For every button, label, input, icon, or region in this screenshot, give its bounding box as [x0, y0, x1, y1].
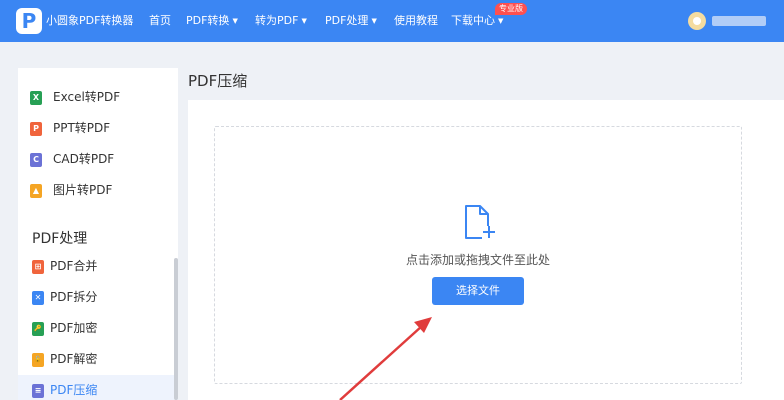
drop-hint-text: 点击添加或拖拽文件至此处	[405, 253, 550, 267]
sidebar-item-label: PDF合并	[50, 259, 98, 273]
sidebar-item-pdf-split[interactable]: ✕ PDF拆分	[18, 282, 178, 313]
sidebar: X Excel转PDF P PPT转PDF C CAD转PDF ▲ 图片转PDF…	[18, 68, 178, 400]
nav-download-center-label: 下载中心	[451, 14, 495, 27]
chevron-down-icon: ▼	[301, 17, 307, 25]
encrypt-icon: 🔑	[32, 322, 44, 336]
app-logo[interactable]: P	[16, 8, 42, 34]
split-icon: ✕	[32, 291, 44, 305]
nav-tutorial-label: 使用教程	[394, 14, 438, 27]
sidebar-item-pdf-merge[interactable]: ⊞ PDF合并	[18, 251, 178, 282]
nav-pdf-process-label: PDF处理	[325, 14, 369, 27]
page-title: PDF压缩	[188, 72, 248, 90]
sidebar-item-pdf-decrypt[interactable]: 🔓 PDF解密	[18, 344, 178, 375]
sidebar-item-label: 图片转PDF	[53, 183, 113, 197]
sidebar-item-label: PDF解密	[50, 352, 98, 366]
image-file-icon: ▲	[30, 184, 42, 198]
chevron-down-icon: ▼	[498, 17, 504, 25]
file-dropzone[interactable]: 点击添加或拖拽文件至此处 选择文件	[214, 126, 742, 384]
sidebar-scrollbar[interactable]	[174, 258, 178, 400]
nav-home[interactable]: 首页	[149, 0, 171, 42]
nav-tutorial[interactable]: 使用教程	[394, 0, 438, 42]
sidebar-item-image-to-pdf[interactable]: ▲ 图片转PDF	[18, 175, 178, 206]
sidebar-item-pdf-encrypt[interactable]: 🔑 PDF加密	[18, 313, 178, 344]
sidebar-item-label: PDF压缩	[50, 383, 98, 397]
nav-pdf-convert[interactable]: PDF转换 ▼	[186, 0, 238, 42]
nav-to-pdf[interactable]: 转为PDF ▼	[255, 0, 307, 42]
sidebar-item-label: PPT转PDF	[53, 121, 111, 135]
add-file-icon	[465, 205, 496, 240]
logo-p-icon: P	[21, 9, 37, 33]
sidebar-item-label: PDF加密	[50, 321, 98, 335]
chevron-down-icon: ▼	[371, 17, 377, 25]
nav-to-pdf-label: 转为PDF	[255, 14, 299, 27]
brand-name[interactable]: 小圆象PDF转换器	[46, 0, 133, 42]
cad-file-icon: C	[30, 153, 42, 167]
nav-pdf-process[interactable]: PDF处理 ▼	[325, 0, 377, 42]
sidebar-item-excel-to-pdf[interactable]: X Excel转PDF	[18, 82, 178, 113]
top-navbar: P 小圆象PDF转换器 首页 PDF转换 ▼ 转为PDF ▼ PDF处理 ▼ 使用教程…	[0, 0, 784, 42]
user-icon	[693, 17, 701, 25]
upload-panel: 点击添加或拖拽文件至此处 选择文件	[188, 100, 784, 400]
sidebar-item-pdf-compress[interactable]: ≡ PDF压缩	[18, 375, 178, 400]
sidebar-item-ppt-to-pdf[interactable]: P PPT转PDF	[18, 113, 178, 144]
sidebar-item-cad-to-pdf[interactable]: C CAD转PDF	[18, 144, 178, 175]
select-file-button[interactable]: 选择文件	[432, 277, 524, 305]
chevron-down-icon: ▼	[232, 17, 238, 25]
excel-file-icon: X	[30, 91, 42, 105]
sidebar-section-title: PDF处理	[32, 231, 88, 247]
pro-badge: 专业版	[495, 3, 527, 15]
decrypt-icon: 🔓	[32, 353, 44, 367]
nav-pdf-convert-label: PDF转换	[186, 14, 230, 27]
compress-icon: ≡	[32, 384, 44, 398]
ppt-file-icon: P	[30, 122, 42, 136]
nav-home-label: 首页	[149, 14, 171, 27]
sidebar-item-label: CAD转PDF	[53, 152, 115, 166]
merge-icon: ⊞	[32, 260, 44, 274]
username-blurred[interactable]	[712, 16, 766, 26]
avatar[interactable]	[688, 12, 706, 30]
sidebar-item-label: PDF拆分	[50, 290, 98, 304]
sidebar-item-label: Excel转PDF	[53, 90, 121, 104]
